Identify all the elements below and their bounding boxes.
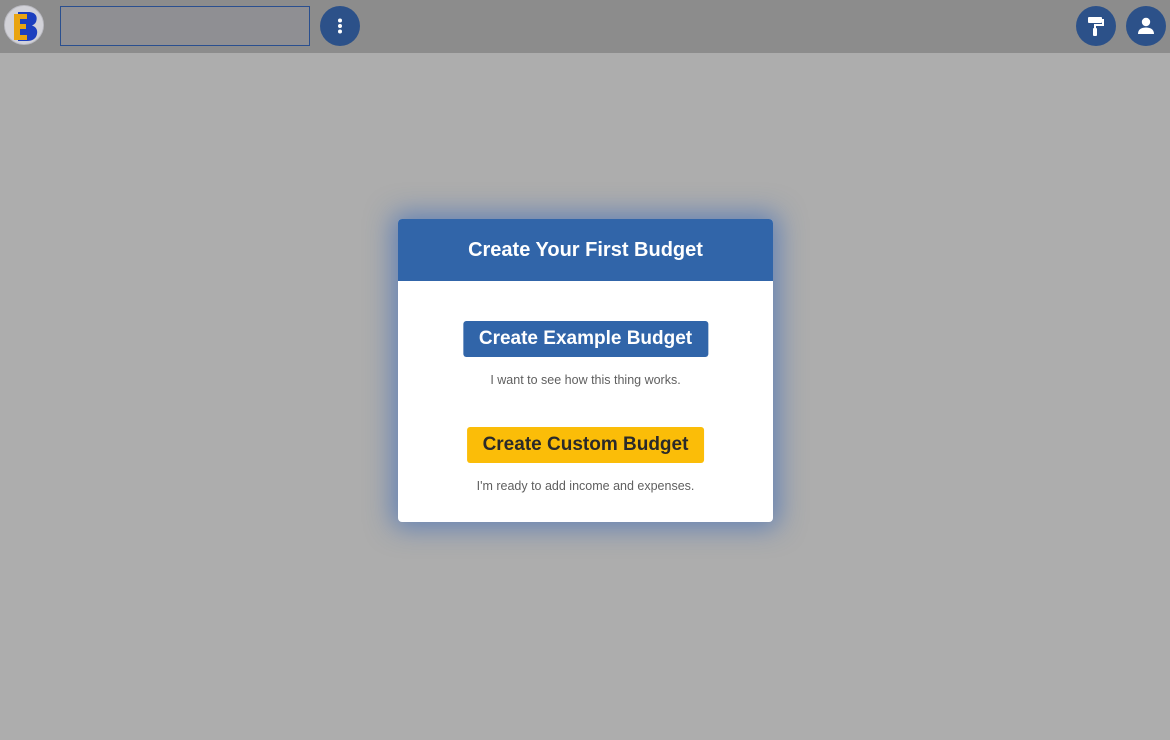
theme-button[interactable] [1076, 6, 1116, 46]
example-budget-caption: I want to see how this thing works. [490, 373, 681, 387]
top-bar [0, 0, 1170, 53]
search-input[interactable] [60, 6, 310, 46]
create-example-budget-button[interactable]: Create Example Budget [462, 321, 709, 357]
eb-logo-icon[interactable] [4, 5, 44, 45]
user-account-button[interactable] [1126, 6, 1166, 46]
create-budget-dialog: Create Your First Budget Create Example … [398, 219, 773, 522]
paint-roller-icon [1088, 17, 1104, 36]
custom-budget-caption: I'm ready to add income and expenses. [476, 479, 695, 493]
dialog-title: Create Your First Budget [398, 219, 773, 281]
user-icon [1138, 17, 1154, 34]
more-options-button[interactable] [320, 6, 360, 46]
dialog-body: Create Example Budget I want to see how … [398, 281, 773, 522]
vertical-dots-icon [338, 18, 342, 34]
create-custom-budget-button[interactable]: Create Custom Budget [466, 427, 705, 463]
